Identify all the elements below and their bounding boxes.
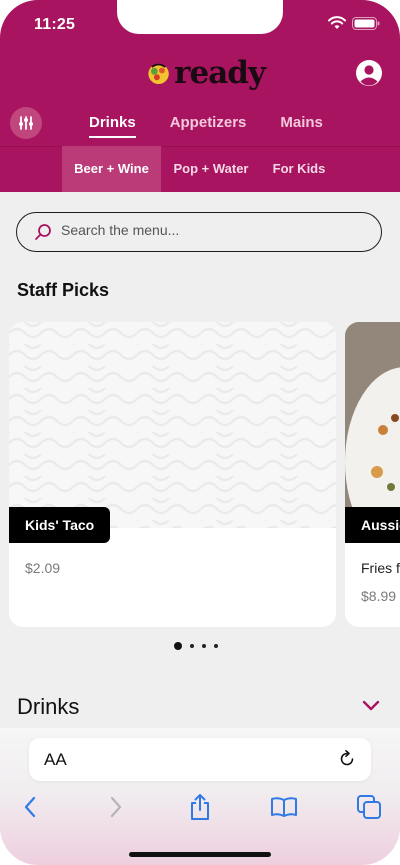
food-photo (345, 322, 400, 528)
tabs-button[interactable] (354, 792, 384, 822)
sliders-icon (19, 116, 33, 130)
bookmarks-button[interactable] (269, 792, 299, 822)
subtab-pop-water[interactable]: Pop + Water (166, 146, 256, 192)
carousel-dot[interactable] (190, 644, 194, 648)
chef-icon (148, 63, 169, 85)
drinks-section-header[interactable]: Drinks (0, 682, 400, 732)
carousel-pagination (174, 642, 218, 650)
back-button[interactable] (15, 792, 45, 822)
subcategory-tabs: Beer + Wine Pop + Water For Kids (0, 146, 400, 192)
card-title: Kids' Taco (9, 507, 111, 543)
forward-button[interactable] (101, 792, 131, 822)
browser-chrome: AA (0, 728, 400, 865)
device-notch (117, 0, 283, 34)
menu-card-kids-taco[interactable]: Kids' Taco $2.09 (9, 322, 336, 627)
brand-name: ready (174, 55, 266, 91)
profile-icon[interactable] (355, 59, 383, 87)
bookmarks-icon (271, 797, 297, 817)
browser-toolbar (0, 792, 400, 826)
tabs-icon (357, 795, 381, 819)
search-icon (35, 224, 51, 240)
tab-appetizers[interactable]: Appetizers (153, 108, 264, 138)
tab-mains[interactable]: Mains (263, 108, 340, 138)
brand-logo: ready (145, 52, 266, 94)
menu-card-aussie[interactable]: Aussie Fries f $8.99 (345, 322, 400, 627)
carousel-dot[interactable] (214, 644, 218, 648)
app-screen: 11:25 ready Drinks Appetizers Mains Beer… (0, 0, 400, 865)
share-icon (191, 794, 209, 820)
carousel-dot-active[interactable] (174, 642, 182, 650)
card-price: $2.09 (25, 560, 61, 576)
forward-icon (110, 796, 122, 818)
filter-button[interactable] (10, 107, 42, 139)
chevron-down-icon (362, 700, 380, 711)
back-icon (24, 796, 36, 818)
carousel-dot[interactable] (202, 644, 206, 648)
share-button[interactable] (185, 792, 215, 822)
status-bar: 11:25 (0, 0, 400, 50)
search-input[interactable] (61, 222, 361, 238)
subtab-for-kids[interactable]: For Kids (266, 146, 332, 192)
tab-drinks[interactable]: Drinks (72, 108, 153, 138)
wifi-icon (328, 16, 346, 29)
section-title: Drinks (17, 694, 80, 719)
card-price: $8.99 (361, 588, 397, 604)
status-icons (328, 16, 380, 30)
card-description: Fries f (361, 560, 400, 576)
home-indicator (129, 852, 271, 857)
status-time: 11:25 (34, 16, 76, 33)
category-tabs: Drinks Appetizers Mains (72, 108, 340, 138)
address-bar[interactable]: AA (29, 738, 371, 781)
reload-icon[interactable] (337, 749, 357, 769)
subtab-beer-wine[interactable]: Beer + Wine (62, 146, 161, 192)
search-bar[interactable] (16, 212, 382, 252)
text-size-button[interactable]: AA (44, 750, 67, 770)
app-header: 11:25 ready Drinks Appetizers Mains Beer… (0, 0, 400, 192)
food-placeholder-image (9, 322, 336, 528)
battery-icon (352, 16, 380, 30)
card-title: Aussie (345, 507, 400, 543)
staff-picks-title: Staff Picks (17, 280, 110, 300)
